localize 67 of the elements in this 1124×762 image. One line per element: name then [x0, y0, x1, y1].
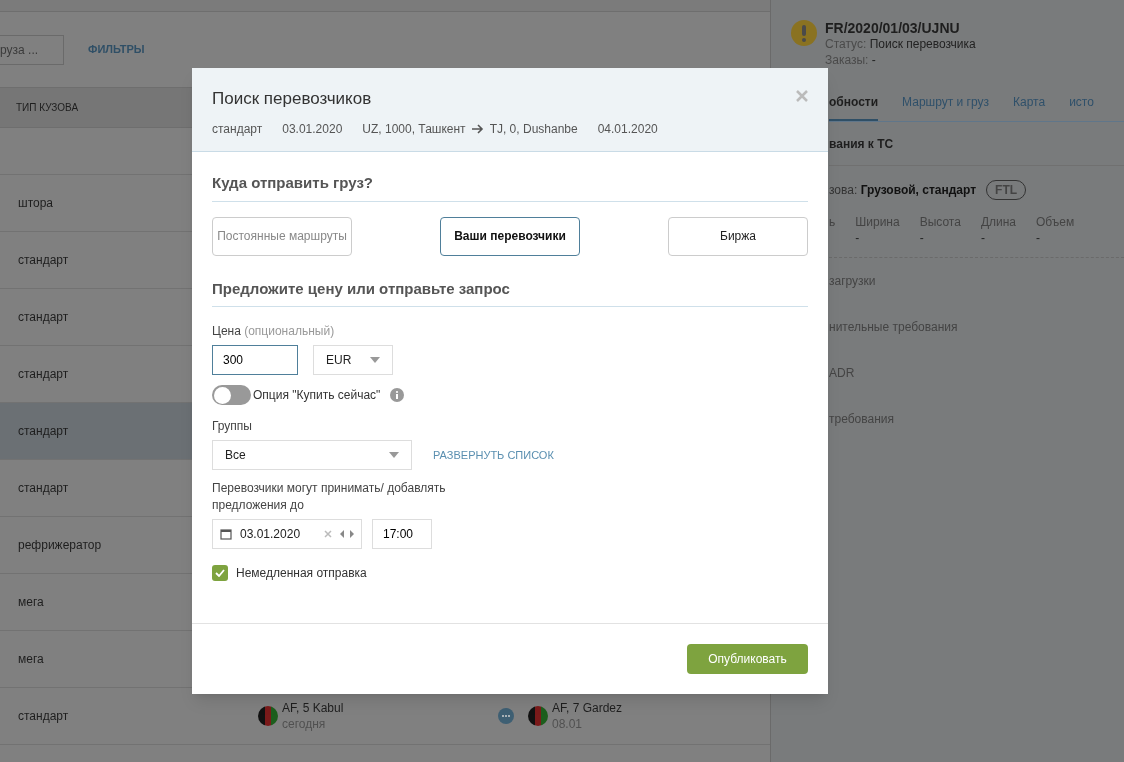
- buy-now-label: Опция "Купить сейчас": [253, 387, 381, 404]
- summary-body-type: стандарт: [212, 120, 263, 138]
- summary-unload-date: 04.01.2020: [597, 120, 658, 138]
- groups-select[interactable]: Все: [212, 440, 412, 470]
- flag-icon: [528, 706, 548, 726]
- table-cell-text: штора: [18, 195, 53, 212]
- flag-icon: [258, 706, 278, 726]
- dimension-label: Длина: [980, 214, 1016, 230]
- requirement-text: ADR: [829, 365, 856, 378]
- summary-destination: TJ, 0, Dushanbe: [489, 120, 578, 138]
- info-icon[interactable]: [390, 388, 405, 402]
- time-field[interactable]: 17:00: [372, 519, 432, 549]
- requirement-text: требования: [829, 411, 895, 424]
- summary-load-date: 03.01.2020: [282, 120, 343, 138]
- prev-next-icon[interactable]: [340, 530, 354, 538]
- table-cell-text: стандарт: [18, 309, 69, 326]
- filters-link[interactable]: ФИЛЬТРЫ: [88, 41, 145, 58]
- destination-option[interactable]: Биржа: [668, 216, 808, 256]
- table-cell-text: мега: [18, 651, 44, 668]
- summary-origin: UZ, 1000, Ташкент: [362, 120, 466, 138]
- price-label: Цена (опциональный): [212, 323, 336, 340]
- order-code: FR/2020/01/03/UJNU: [825, 20, 961, 36]
- immediate-label: Немедленная отправка: [236, 565, 367, 582]
- warning-icon: [791, 20, 817, 46]
- search-field[interactable]: руза ...: [0, 34, 64, 65]
- body-type-text: зова: Грузовой, стандарт: [829, 182, 977, 199]
- publish-button[interactable]: Опубликовать: [687, 644, 808, 674]
- caret-icon: [370, 357, 380, 363]
- table-cell-text: стандарт: [18, 423, 69, 440]
- date-field[interactable]: 03.01.2020: [212, 519, 362, 549]
- column-header: ТИП КУЗОВА: [16, 101, 79, 115]
- deadline-label: Перевозчики могут принимать/ добавлять предложения до: [212, 480, 447, 514]
- expand-list-link[interactable]: РАЗВЕРНУТЬ СПИСОК: [433, 446, 554, 464]
- dimension-label: Ширина: [855, 214, 900, 230]
- more-icon[interactable]: [498, 708, 514, 724]
- destination-option[interactable]: Ваши перевозчики: [440, 216, 580, 256]
- table-cell-text: стандарт: [18, 366, 69, 383]
- section-title: вания к ТС: [829, 122, 1124, 166]
- dimension-label: Высота: [919, 214, 961, 230]
- caret-icon: [389, 452, 399, 458]
- currency-select[interactable]: EUR: [313, 345, 393, 375]
- price-field[interactable]: 300: [212, 345, 298, 375]
- dimension-value: -: [919, 230, 925, 246]
- dimension-label: Объем: [1036, 214, 1075, 230]
- table-cell-text: рефрижератор: [18, 537, 102, 554]
- table-cell-text: стандарт: [18, 708, 69, 725]
- dialog-title: Поиск перевозчиков: [212, 88, 372, 110]
- calendar-icon: [220, 528, 232, 540]
- clear-icon[interactable]: [324, 530, 332, 538]
- table-cell-text: мега: [18, 594, 44, 611]
- destination-place: AF, 7 Gardez: [552, 700, 623, 716]
- groups-label: Группы: [212, 418, 253, 435]
- section-heading: Предложите цену или отправьте запрос: [212, 277, 808, 307]
- arrow-icon: [471, 123, 484, 134]
- close-icon[interactable]: [796, 90, 808, 102]
- immediate-checkbox[interactable]: [212, 565, 228, 581]
- origin-place: AF, 5 Kabul: [282, 700, 344, 716]
- dimension-value: -: [855, 230, 861, 246]
- dimension-value: -: [1036, 230, 1041, 246]
- table-cell-text: стандарт: [18, 480, 69, 497]
- requirement-text: нительные требования: [829, 319, 959, 332]
- section-heading: Куда отправить груз?: [212, 172, 808, 202]
- check-icon: [215, 569, 225, 577]
- requirement-text: загрузки: [829, 273, 877, 286]
- buy-now-toggle[interactable]: [212, 385, 251, 405]
- dimension-value: -: [980, 230, 986, 246]
- table-cell-text: стандарт: [18, 252, 69, 269]
